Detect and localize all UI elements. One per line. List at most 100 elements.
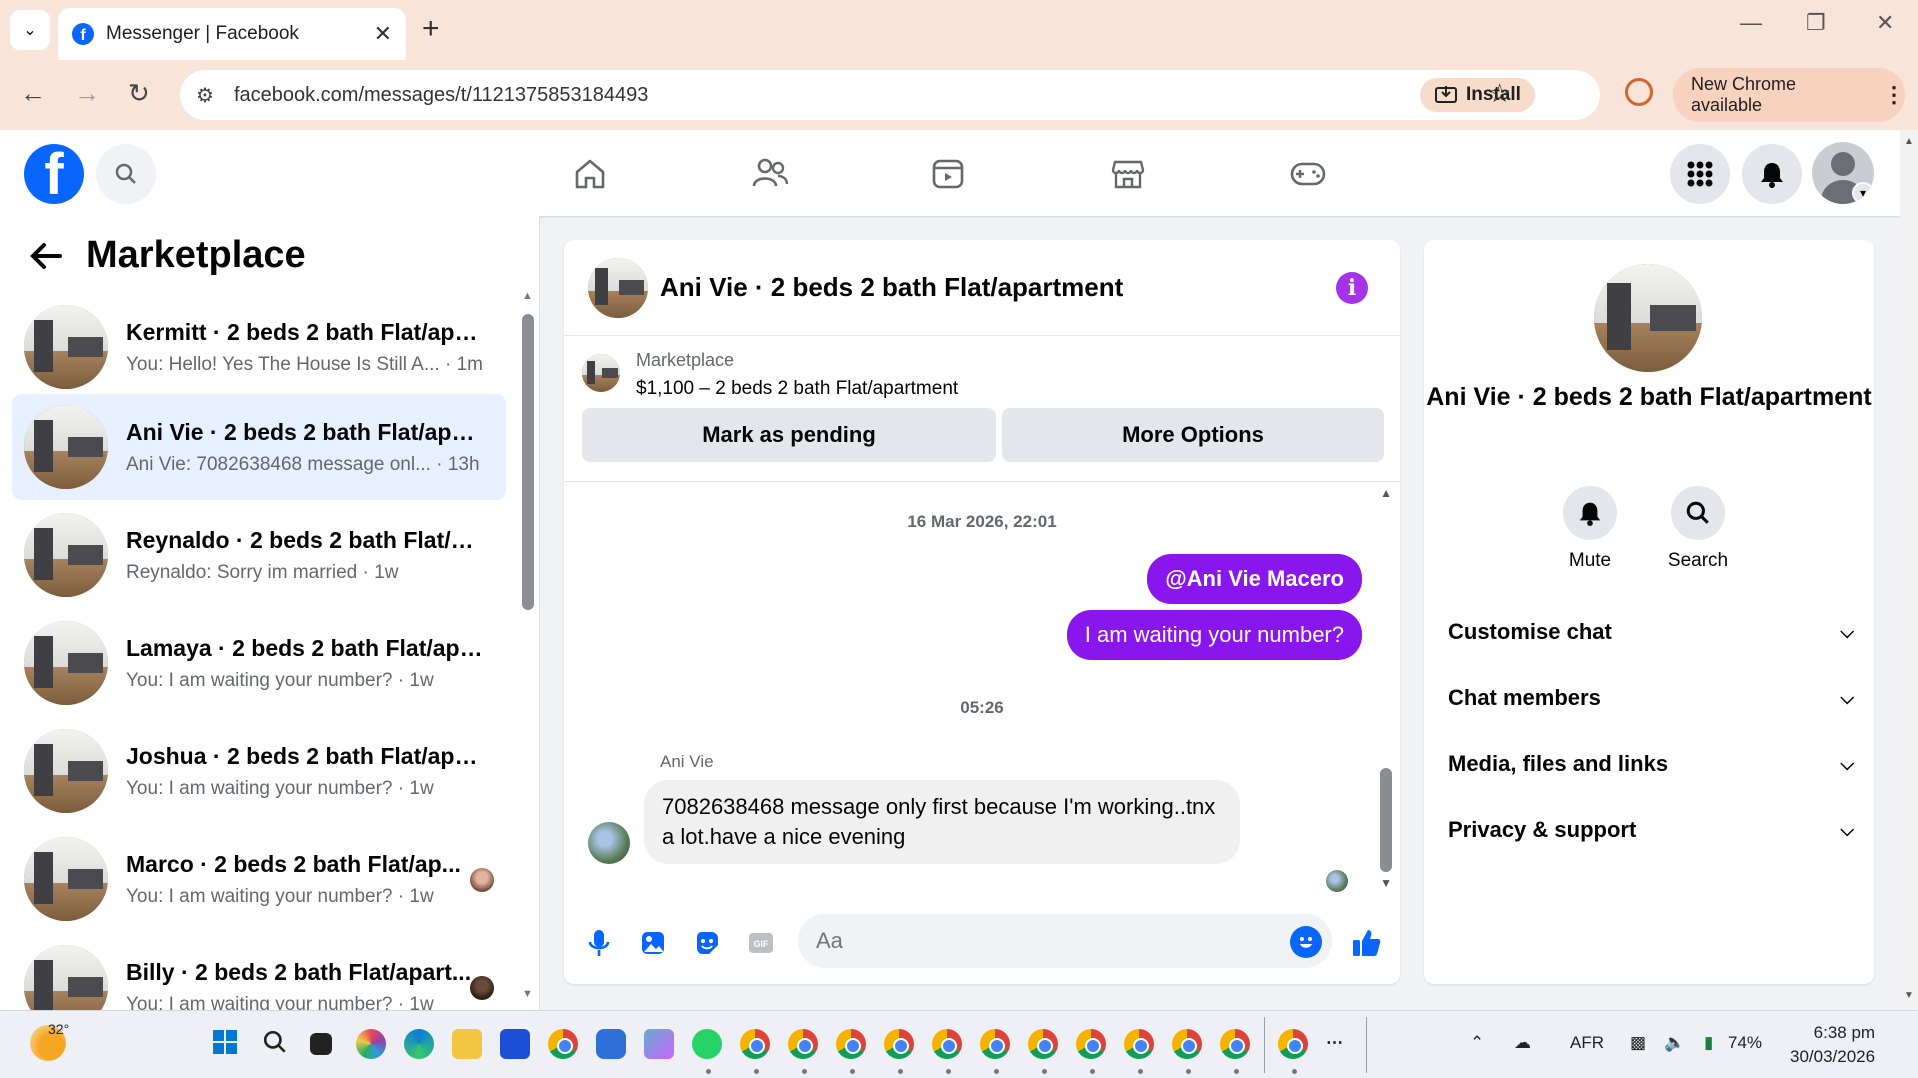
- copilot-icon[interactable]: [356, 1029, 386, 1059]
- outgoing-message[interactable]: @Ani Vie Macero: [1147, 554, 1362, 604]
- chrome-icon[interactable]: [1220, 1029, 1250, 1059]
- emoji-icon[interactable]: [1290, 926, 1322, 958]
- outlook-icon[interactable]: [596, 1029, 626, 1059]
- taskbar-clock[interactable]: 6:38 pm 30/03/2026: [1790, 1021, 1875, 1069]
- microphone-icon[interactable]: [582, 926, 616, 960]
- home-nav-button[interactable]: [568, 152, 612, 196]
- onedrive-cloud-icon[interactable]: ☁: [1514, 1033, 1531, 1053]
- gaming-nav-button[interactable]: [1286, 152, 1330, 196]
- whatsapp-icon[interactable]: [692, 1029, 722, 1059]
- profile-icon[interactable]: [1625, 78, 1653, 106]
- close-tab-icon[interactable]: ✕: [374, 21, 392, 47]
- battery-percent[interactable]: 74%: [1728, 1033, 1762, 1053]
- scroll-down-icon[interactable]: ▼: [522, 988, 533, 1000]
- chat-list-item[interactable]: Joshua · 2 beds 2 bath Flat/apar... You:…: [12, 718, 506, 824]
- facebook-search-button[interactable]: [96, 144, 156, 204]
- chrome-icon[interactable]: [788, 1029, 818, 1059]
- sender-avatar[interactable]: [588, 822, 630, 864]
- scroll-up-icon[interactable]: ▲: [522, 290, 533, 302]
- chat-list-item[interactable]: Lamaya · 2 beds 2 bath Flat/apa... You: …: [12, 610, 506, 716]
- url-text[interactable]: facebook.com/messages/t/1121375853184493: [234, 84, 648, 107]
- network-icon[interactable]: ▩: [1630, 1033, 1646, 1053]
- like-thumbs-up-icon[interactable]: [1350, 926, 1384, 960]
- chrome-icon[interactable]: [740, 1029, 770, 1059]
- scroll-down-icon[interactable]: ▼: [1904, 990, 1914, 1001]
- show-hidden-icons-chevron-up-icon[interactable]: ⌃: [1470, 1033, 1484, 1053]
- battery-icon[interactable]: ▮: [1704, 1033, 1713, 1053]
- more-apps-icon[interactable]: ⋯: [1326, 1033, 1343, 1053]
- page-scrollbar[interactable]: ▲ ▼: [1900, 130, 1918, 1010]
- mark-as-pending-button[interactable]: Mark as pending: [582, 408, 996, 462]
- search-in-chat-button[interactable]: Search: [1648, 486, 1748, 572]
- chat-list-item[interactable]: Kermitt · 2 beds 2 bath Flat/apar... You…: [12, 294, 506, 400]
- chat-list-scrollbar-thumb[interactable]: [522, 314, 534, 610]
- chrome-icon[interactable]: [980, 1029, 1010, 1059]
- scroll-up-icon[interactable]: ▲: [1904, 136, 1914, 147]
- tab-search-button[interactable]: ⌄: [10, 10, 50, 50]
- chrome-icon[interactable]: [548, 1029, 578, 1059]
- conversation-title[interactable]: Ani Vie · 2 beds 2 bath Flat/apartment: [660, 272, 1123, 303]
- chrome-icon[interactable]: [1278, 1029, 1308, 1059]
- bookmark-star-icon[interactable]: ☆: [1488, 78, 1511, 109]
- chat-list-item[interactable]: Billy · 2 beds 2 bath Flat/apart... You:…: [12, 934, 506, 1010]
- sticker-icon[interactable]: [690, 926, 724, 960]
- task-view-icon[interactable]: [310, 1033, 332, 1055]
- chat-list-item-active[interactable]: Ani Vie · 2 beds 2 bath Flat/apar... Ani…: [12, 394, 506, 500]
- chrome-icon[interactable]: [1076, 1029, 1106, 1059]
- forward-icon[interactable]: →: [74, 78, 100, 109]
- customise-chat-section[interactable]: Customise chat ⌵: [1448, 610, 1854, 654]
- privacy-support-section[interactable]: Privacy & support ⌵: [1448, 808, 1854, 852]
- volume-icon[interactable]: 🔈: [1664, 1033, 1685, 1053]
- gif-icon[interactable]: GIF: [744, 926, 778, 960]
- minimize-icon[interactable]: —: [1740, 10, 1762, 36]
- site-info-icon[interactable]: ⚙: [196, 83, 214, 108]
- taskbar-search-icon[interactable]: [262, 1029, 292, 1059]
- back-icon[interactable]: ←: [20, 78, 46, 109]
- restore-icon[interactable]: ❐: [1806, 10, 1826, 36]
- chrome-icon[interactable]: [1172, 1029, 1202, 1059]
- info-icon[interactable]: i: [1336, 272, 1368, 304]
- chat-list-item[interactable]: Reynaldo · 2 beds 2 bath Flat/ap... Reyn…: [12, 502, 506, 608]
- chrome-icon[interactable]: [932, 1029, 962, 1059]
- browser-tab-messenger[interactable]: f Messenger | Facebook ✕: [58, 8, 406, 60]
- outgoing-message[interactable]: I am waiting your number?: [1066, 610, 1362, 660]
- media-files-links-section[interactable]: Media, files and links ⌵: [1448, 742, 1854, 786]
- notifications-button[interactable]: [1742, 144, 1802, 204]
- scroll-down-icon[interactable]: ▼: [1380, 876, 1392, 890]
- running-indicator: [706, 1069, 711, 1074]
- windows-start-icon[interactable]: [212, 1029, 242, 1059]
- scroll-up-icon[interactable]: ▲: [1380, 486, 1392, 500]
- close-window-icon[interactable]: ✕: [1876, 10, 1894, 36]
- marketplace-nav-button[interactable]: [1106, 152, 1150, 196]
- menu-button[interactable]: [1670, 144, 1730, 204]
- install-app-button[interactable]: Install: [1420, 78, 1535, 112]
- chrome-icon[interactable]: [1124, 1029, 1154, 1059]
- chat-list-item[interactable]: Marco · 2 beds 2 bath Flat/ap... You: I …: [12, 826, 506, 932]
- address-bar[interactable]: ⚙ facebook.com/messages/t/11213758531844…: [180, 70, 1600, 120]
- reload-icon[interactable]: ↻: [128, 78, 150, 109]
- new-tab-button[interactable]: +: [422, 12, 440, 46]
- more-menu-icon[interactable]: ⋮: [1883, 82, 1905, 108]
- edge-icon[interactable]: [404, 1029, 434, 1059]
- chrome-icon[interactable]: [884, 1029, 914, 1059]
- more-options-button[interactable]: More Options: [1002, 408, 1384, 462]
- input-language[interactable]: AFR: [1570, 1033, 1604, 1053]
- new-chrome-available-button[interactable]: New Chrome available ⋮: [1673, 68, 1905, 122]
- friends-nav-button[interactable]: [748, 152, 792, 196]
- conversation-scrollbar-thumb[interactable]: [1380, 768, 1392, 872]
- incoming-message[interactable]: 7082638468 message only first because I'…: [644, 780, 1240, 864]
- chat-members-section[interactable]: Chat members ⌵: [1448, 676, 1854, 720]
- chrome-icon[interactable]: [1028, 1029, 1058, 1059]
- chrome-icon[interactable]: [836, 1029, 866, 1059]
- account-avatar-button[interactable]: ▾: [1812, 142, 1874, 204]
- photo-icon[interactable]: [636, 926, 670, 960]
- file-explorer-icon[interactable]: [452, 1029, 482, 1059]
- mute-button[interactable]: Mute: [1540, 486, 1640, 572]
- facebook-logo-icon[interactable]: f: [24, 144, 84, 204]
- video-nav-button[interactable]: [926, 152, 970, 196]
- back-arrow-icon[interactable]: [28, 241, 62, 271]
- message-input[interactable]: [798, 914, 1332, 968]
- snipping-tool-icon[interactable]: [644, 1029, 674, 1059]
- listing-price[interactable]: $1,100 – 2 beds 2 bath Flat/apartment: [636, 378, 958, 400]
- store-icon[interactable]: [500, 1029, 530, 1059]
